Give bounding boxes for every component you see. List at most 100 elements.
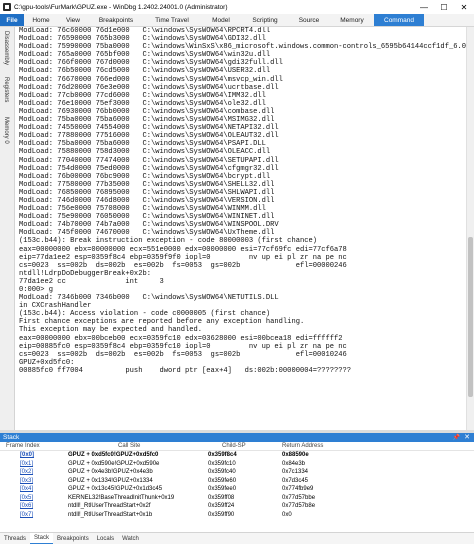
command-output-line: 0:000> g: [19, 286, 54, 294]
tab-source[interactable]: Source: [288, 14, 330, 26]
tab-scripting[interactable]: Scripting: [242, 14, 288, 26]
tab-file[interactable]: File: [0, 14, 24, 26]
child-sp: 0x359f8c4: [208, 452, 237, 459]
command-output-line: ModLoad: 77880000 77516000 C:\windows\Sy…: [19, 132, 279, 141]
command-output-line: ModLoad: 76850000 76895000 C:\windows\Sy…: [19, 188, 275, 197]
command-output-line: GPUZ+0xd5fc0:: [19, 358, 75, 367]
command-output-line: ModLoad: 75ba0000 75ba6000 C:\windows\Sy…: [19, 116, 275, 125]
command-scrollbar-thumb[interactable]: [468, 237, 473, 397]
command-output-line: cs=0023 ss=002b ds=002b es=002b fs=0053 …: [19, 261, 347, 270]
close-button[interactable]: ✕: [454, 0, 474, 14]
command-output-line: ModLoad: 75e90000 76050000 C:\windows\Sy…: [19, 213, 275, 222]
title-bar: C:\gpu-tools\FurMark\GPUZ.exe - WinDbg 1…: [0, 0, 474, 14]
stack-row[interactable]: [0x4] GPUZ + 0x13c45!GPUZ+0x1d3c45 0x359fe…: [0, 485, 474, 494]
command-output-line: ModLoad: 766f0000 767d0000 C:\windows\Sy…: [19, 59, 283, 68]
command-output-line: ModLoad: 7346b000 7346b000 C:\windows\Sy…: [19, 294, 279, 303]
command-output-line: ModLoad: 74b70000 74b7a000 C:\windows\Sy…: [19, 221, 279, 230]
tab-time-travel[interactable]: Time Travel: [144, 14, 200, 26]
bottom-tab-locals[interactable]: Locals: [93, 533, 118, 544]
tab-home[interactable]: Home: [24, 14, 58, 26]
command-output-line: ModLoad: 746d0000 746d8000 C:\windows\Sy…: [19, 196, 275, 205]
command-output-line: ModLoad: 76b00000 76bc9000 C:\windows\Sy…: [19, 172, 271, 181]
command-output-line: ntdll!LdrpDoDebuggerBreak+0x2b:: [19, 269, 151, 278]
close-icon[interactable]: ✕: [464, 433, 470, 441]
sidebar-tab-memory[interactable]: Memory 0: [3, 117, 9, 144]
child-sp: 0x359ff08: [208, 494, 235, 501]
return-address: 0x7c1334: [282, 469, 309, 476]
sidebar-tab-disassembly[interactable]: Disassembly: [3, 31, 9, 65]
command-output-line: ModLoad: 76d20000 76e3e000 C:\windows\Sy…: [19, 83, 279, 92]
command-output-line: ModLoad: 74550000 74554000 C:\windows\Sy…: [19, 124, 279, 133]
command-output-line: ModLoad: 77040000 77474000 C:\windows\Sy…: [19, 156, 279, 165]
command-output[interactable]: ModLoad: 76c60000 76d1e000 C:\windows\Sy…: [16, 27, 466, 430]
frame-index-link[interactable]: [0x0]: [20, 452, 34, 458]
frame-index-link[interactable]: [0x6]: [20, 503, 33, 509]
stack-row[interactable]: [0x5] KERNEL32!BaseThreadInitThunk+0x19 0x…: [0, 494, 474, 503]
command-output-line: ModLoad: 75880000 758d3000 C:\windows\Sy…: [19, 148, 271, 157]
command-output-line: (153c.b44): Break instruction exception …: [19, 237, 317, 246]
window-title: C:\gpu-tools\FurMark\GPUZ.exe - WinDbg 1…: [14, 3, 228, 11]
bottom-tab-strip: Threads Stack Breakpoints Locals Watch: [0, 532, 474, 544]
stack-row[interactable]: [0x3] GPUZ + 0x1334!GPUZ+0x1334 0x359fe60 0…: [0, 477, 474, 486]
child-sp: 0x359fe60: [208, 477, 237, 484]
command-scrollbar[interactable]: [466, 27, 474, 430]
call-site: GPUZ + 0x1334!GPUZ+0x1334: [68, 477, 153, 484]
column-child-sp[interactable]: Child-SP: [222, 443, 246, 449]
frame-index-link[interactable]: [0x7]: [20, 512, 33, 518]
minimize-button[interactable]: —: [414, 0, 434, 14]
call-site: KERNEL32!BaseThreadInitThunk+0x19: [68, 494, 175, 501]
column-call-site[interactable]: Call Site: [118, 443, 140, 449]
bottom-tab-stack[interactable]: Stack: [30, 532, 54, 544]
frame-index-link[interactable]: [0x3]: [20, 478, 33, 484]
child-sp: 0x359ff24: [208, 503, 235, 510]
stack-row[interactable]: [0x2] GPUZ + 0x4e3b!GPUZ+0x4e3b 0x359fc40 0…: [0, 468, 474, 477]
tab-command[interactable]: Command: [374, 14, 424, 26]
command-output-lines: ModLoad: 76c60000 76d1e000 C:\windows\Sy…: [16, 27, 466, 375]
child-sp: 0x359fc40: [208, 469, 236, 476]
call-site: GPUZ + 0x4e3b!GPUZ+0x4e3b: [68, 469, 153, 476]
command-output-line: 77da1ee2 cc int 3: [19, 277, 164, 286]
command-output-line: First chance exceptions are reported bef…: [19, 318, 305, 327]
column-return-address[interactable]: Return Address: [282, 443, 323, 449]
tab-model[interactable]: Model: [200, 14, 242, 26]
pin-icon[interactable]: 📌: [453, 434, 460, 441]
return-address: 0x88590e: [282, 452, 309, 459]
bottom-tab-watch[interactable]: Watch: [118, 533, 143, 544]
command-output-line: eax=00000000 ebx=00000000 ecx=551e0000 e…: [19, 245, 347, 254]
sidebar-tab-registers[interactable]: Registers: [3, 77, 9, 102]
return-address: 0x774fb9e9: [282, 486, 314, 493]
stack-panel-title: Stack: [3, 434, 20, 441]
stack-row[interactable]: [0x0] GPUZ + 0xd5fc0!GPUZ+0xd5fc0 0x359f8c…: [0, 451, 474, 460]
call-site: GPUZ + 0xd590e!GPUZ+0xd590e: [68, 460, 160, 467]
stack-row[interactable]: [0x6] ntdll!_RtlUserThreadStart+0x2f 0x359…: [0, 502, 474, 511]
call-site: GPUZ + 0xd5fc0!GPUZ+0xd5fc0: [68, 452, 159, 459]
frame-index-link[interactable]: [0x2]: [20, 469, 33, 475]
bottom-tab-breakpoints[interactable]: Breakpoints: [53, 533, 93, 544]
ribbon-tabs: File Home View Breakpoints Time Travel M…: [0, 14, 474, 27]
maximize-button[interactable]: ☐: [434, 0, 454, 14]
stack-row[interactable]: [0x1] GPUZ + 0xd590e!GPUZ+0xd590e 0x359fc1…: [0, 460, 474, 469]
stack-panel-header: Stack 📌 ✕: [0, 433, 474, 442]
call-site: GPUZ + 0x13c45!GPUZ+0x1d3c45: [68, 486, 163, 493]
tab-memory[interactable]: Memory: [330, 14, 374, 26]
frame-index-link[interactable]: [0x4]: [20, 486, 33, 492]
column-frame-index[interactable]: Frame Index: [6, 443, 40, 449]
command-output-line: ModLoad: 75ba0000 75ba6000 C:\windows\Sy…: [19, 140, 266, 149]
frame-index-link[interactable]: [0x5]: [20, 495, 33, 501]
command-output-line: ModLoad: 754d0000 75ed0000 C:\windows\Sy…: [19, 164, 279, 173]
tab-view[interactable]: View: [58, 14, 88, 26]
command-output-line: ModLoad: 76c60000 76d1e000 C:\windows\Sy…: [19, 27, 271, 35]
call-site: ntdll!_RtlUserThreadStart+0x2f: [68, 503, 151, 510]
return-address: 0x77d57b8e: [282, 503, 316, 510]
command-output-line: 00885fc0 ff7004 push dword ptr [eax+4] d…: [19, 366, 352, 375]
command-output-line: ModLoad: 77580000 77b35000 C:\windows\Sy…: [19, 180, 275, 189]
left-tool-strip: Disassembly Registers Memory 0: [0, 27, 15, 430]
return-address: 0x77d57bbe: [282, 494, 316, 501]
bottom-tab-threads[interactable]: Threads: [0, 533, 30, 544]
stack-row[interactable]: [0x7] ntdll!_RtlUserThreadStart+0x1b 0x359…: [0, 511, 474, 520]
tab-breakpoints[interactable]: Breakpoints: [88, 14, 144, 26]
command-output-line: ModLoad: 76590000 765b3000 C:\windows\Sy…: [19, 35, 266, 44]
frame-index-link[interactable]: [0x1]: [20, 461, 33, 467]
child-sp: 0x359ff90: [208, 511, 235, 518]
command-output-line: cs=0023 ss=002b ds=002b es=002b fs=0053 …: [19, 350, 347, 359]
